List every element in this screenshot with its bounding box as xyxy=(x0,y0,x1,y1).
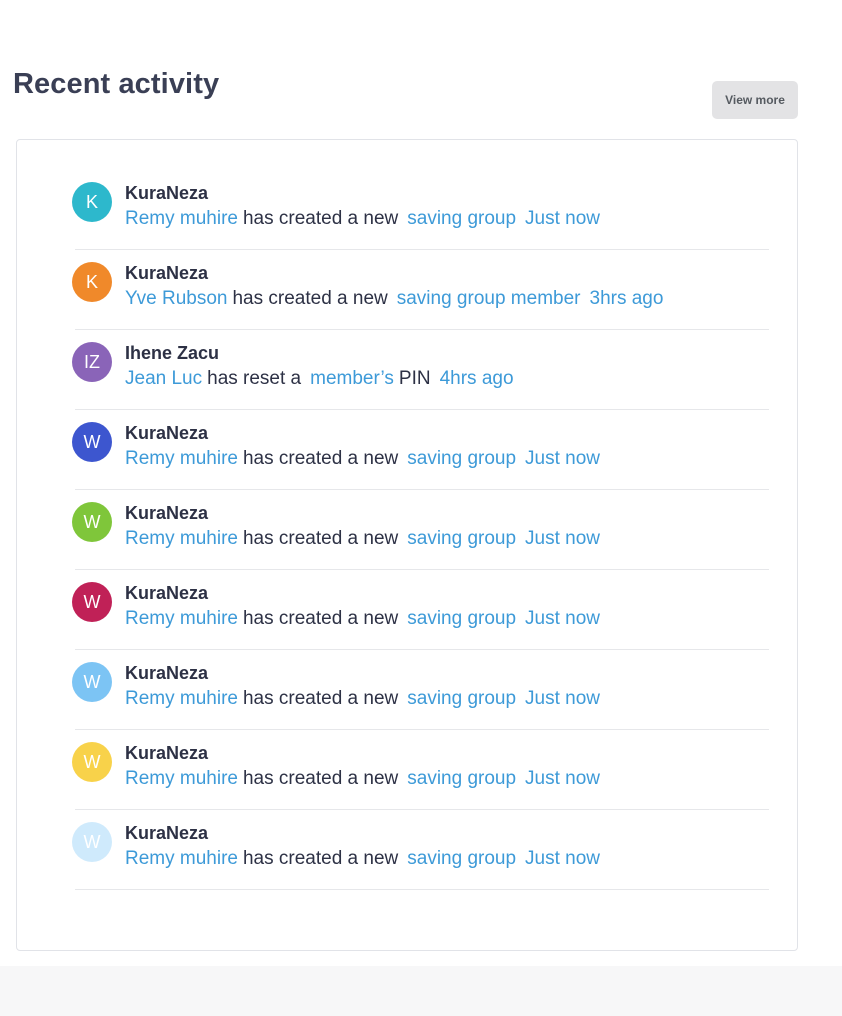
action-text: has created a new xyxy=(242,768,399,789)
activity-text: KuraNeza Yve Rubson has created a new savin… xyxy=(125,262,663,312)
activity-item: K KuraNeza Yve Rubson has created a new savi… xyxy=(72,250,769,330)
actor-name: KuraNeza xyxy=(125,183,209,203)
action-text: has created a new xyxy=(242,688,399,709)
timestamp: Just now xyxy=(525,528,601,549)
activity-line: Remy muhire has created a new saving group… xyxy=(125,766,600,792)
user-link[interactable]: Remy muhire xyxy=(125,848,238,869)
object-link[interactable]: saving group xyxy=(407,768,516,789)
action-text: has created a new xyxy=(242,448,399,469)
avatar[interactable]: W xyxy=(72,822,112,862)
activity-line: Remy muhire has created a new saving group… xyxy=(125,446,600,472)
activity-item: W KuraNeza Remy muhire has created a new sav… xyxy=(72,410,769,490)
activity-text: KuraNeza Remy muhire has created a new savi… xyxy=(125,742,600,792)
actor-name: KuraNeza xyxy=(125,503,209,523)
object-link[interactable]: saving group xyxy=(407,208,516,229)
action-text: has created a new xyxy=(242,848,399,869)
actor-name: KuraNeza xyxy=(125,663,209,683)
avatar[interactable]: K xyxy=(72,262,112,302)
object-link[interactable]: saving group member xyxy=(397,288,581,309)
action-text: has reset a xyxy=(207,368,302,389)
activity-text: KuraNeza Remy muhire has created a new savi… xyxy=(125,822,600,872)
timestamp: 3hrs ago xyxy=(589,288,664,309)
object-link[interactable]: saving group xyxy=(407,848,516,869)
activity-card: K KuraNeza Remy muhire has created a new sav… xyxy=(16,139,798,951)
suffix-text: PIN xyxy=(398,368,431,389)
action-text: has created a new xyxy=(242,608,399,629)
activity-text: KuraNeza Remy muhire has created a new savi… xyxy=(125,422,600,472)
activity-line: Remy muhire has created a new saving group… xyxy=(125,606,600,632)
timestamp: Just now xyxy=(525,448,601,469)
actor-name: KuraNeza xyxy=(125,743,209,763)
activity-line: Remy muhire has created a new saving group… xyxy=(125,526,600,552)
activity-text: KuraNeza Remy muhire has created a new savi… xyxy=(125,182,600,232)
activity-line: Remy muhire has created a new saving group… xyxy=(125,686,600,712)
actor-name: Ihene Zacu xyxy=(125,343,220,363)
avatar[interactable]: W xyxy=(72,582,112,622)
page-footer-band xyxy=(0,966,842,1016)
activity-item: IZ Ihene Zacu Jean Luc has reset a member’s P… xyxy=(72,330,769,410)
user-link[interactable]: Yve Rubson xyxy=(125,288,227,309)
action-text: has created a new xyxy=(242,208,399,229)
timestamp: Just now xyxy=(525,688,601,709)
timestamp: Just now xyxy=(525,848,601,869)
page-title: Recent activity xyxy=(13,68,220,100)
object-link[interactable]: saving group xyxy=(407,688,516,709)
activity-line: Remy muhire has created a new saving group… xyxy=(125,206,600,232)
activity-text: KuraNeza Remy muhire has created a new savi… xyxy=(125,662,600,712)
activity-line: Yve Rubson has created a new saving group … xyxy=(125,286,663,312)
object-link[interactable]: saving group xyxy=(407,528,516,549)
action-text: has created a new xyxy=(232,288,388,309)
timestamp: Just now xyxy=(525,608,601,629)
activity-text: KuraNeza Remy muhire has created a new savi… xyxy=(125,582,600,632)
user-link[interactable]: Remy muhire xyxy=(125,608,238,629)
user-link[interactable]: Jean Luc xyxy=(125,368,202,389)
actor-name: KuraNeza xyxy=(125,423,209,443)
avatar[interactable]: W xyxy=(72,742,112,782)
object-link[interactable]: member’s xyxy=(310,368,394,389)
activity-line: Remy muhire has created a new saving group… xyxy=(125,846,600,872)
activity-line: Jean Luc has reset a member’s PIN 4hrs ago xyxy=(125,366,514,392)
timestamp: Just now xyxy=(525,208,601,229)
activity-item: W KuraNeza Remy muhire has created a new sav… xyxy=(72,810,769,890)
activity-text: Ihene Zacu Jean Luc has reset a member’s PIN… xyxy=(125,342,514,392)
user-link[interactable]: Remy muhire xyxy=(125,688,238,709)
avatar[interactable]: IZ xyxy=(72,342,112,382)
timestamp: 4hrs ago xyxy=(439,368,514,389)
actor-name: KuraNeza xyxy=(125,583,209,603)
actor-name: KuraNeza xyxy=(125,823,209,843)
avatar[interactable]: W xyxy=(72,422,112,462)
user-link[interactable]: Remy muhire xyxy=(125,528,238,549)
activity-item: W KuraNeza Remy muhire has created a new sav… xyxy=(72,490,769,570)
user-link[interactable]: Remy muhire xyxy=(125,208,238,229)
activity-item: K KuraNeza Remy muhire has created a new sav… xyxy=(72,170,769,250)
object-link[interactable]: saving group xyxy=(407,448,516,469)
activity-item: W KuraNeza Remy muhire has created a new sav… xyxy=(72,650,769,730)
page: Recent activity View more K KuraNeza Remy … xyxy=(0,0,842,1016)
object-link[interactable]: saving group xyxy=(407,608,516,629)
avatar[interactable]: W xyxy=(72,662,112,702)
activity-item: W KuraNeza Remy muhire has created a new sav… xyxy=(72,730,769,810)
user-link[interactable]: Remy muhire xyxy=(125,768,238,789)
activity-text: KuraNeza Remy muhire has created a new savi… xyxy=(125,502,600,552)
view-more-button[interactable]: View more xyxy=(712,81,798,119)
action-text: has created a new xyxy=(242,528,399,549)
user-link[interactable]: Remy muhire xyxy=(125,448,238,469)
timestamp: Just now xyxy=(525,768,601,789)
actor-name: KuraNeza xyxy=(125,263,209,283)
avatar[interactable]: W xyxy=(72,502,112,542)
activity-item: W KuraNeza Remy muhire has created a new sav… xyxy=(72,570,769,650)
avatar[interactable]: K xyxy=(72,182,112,222)
activity-list: K KuraNeza Remy muhire has created a new sav… xyxy=(72,170,769,890)
